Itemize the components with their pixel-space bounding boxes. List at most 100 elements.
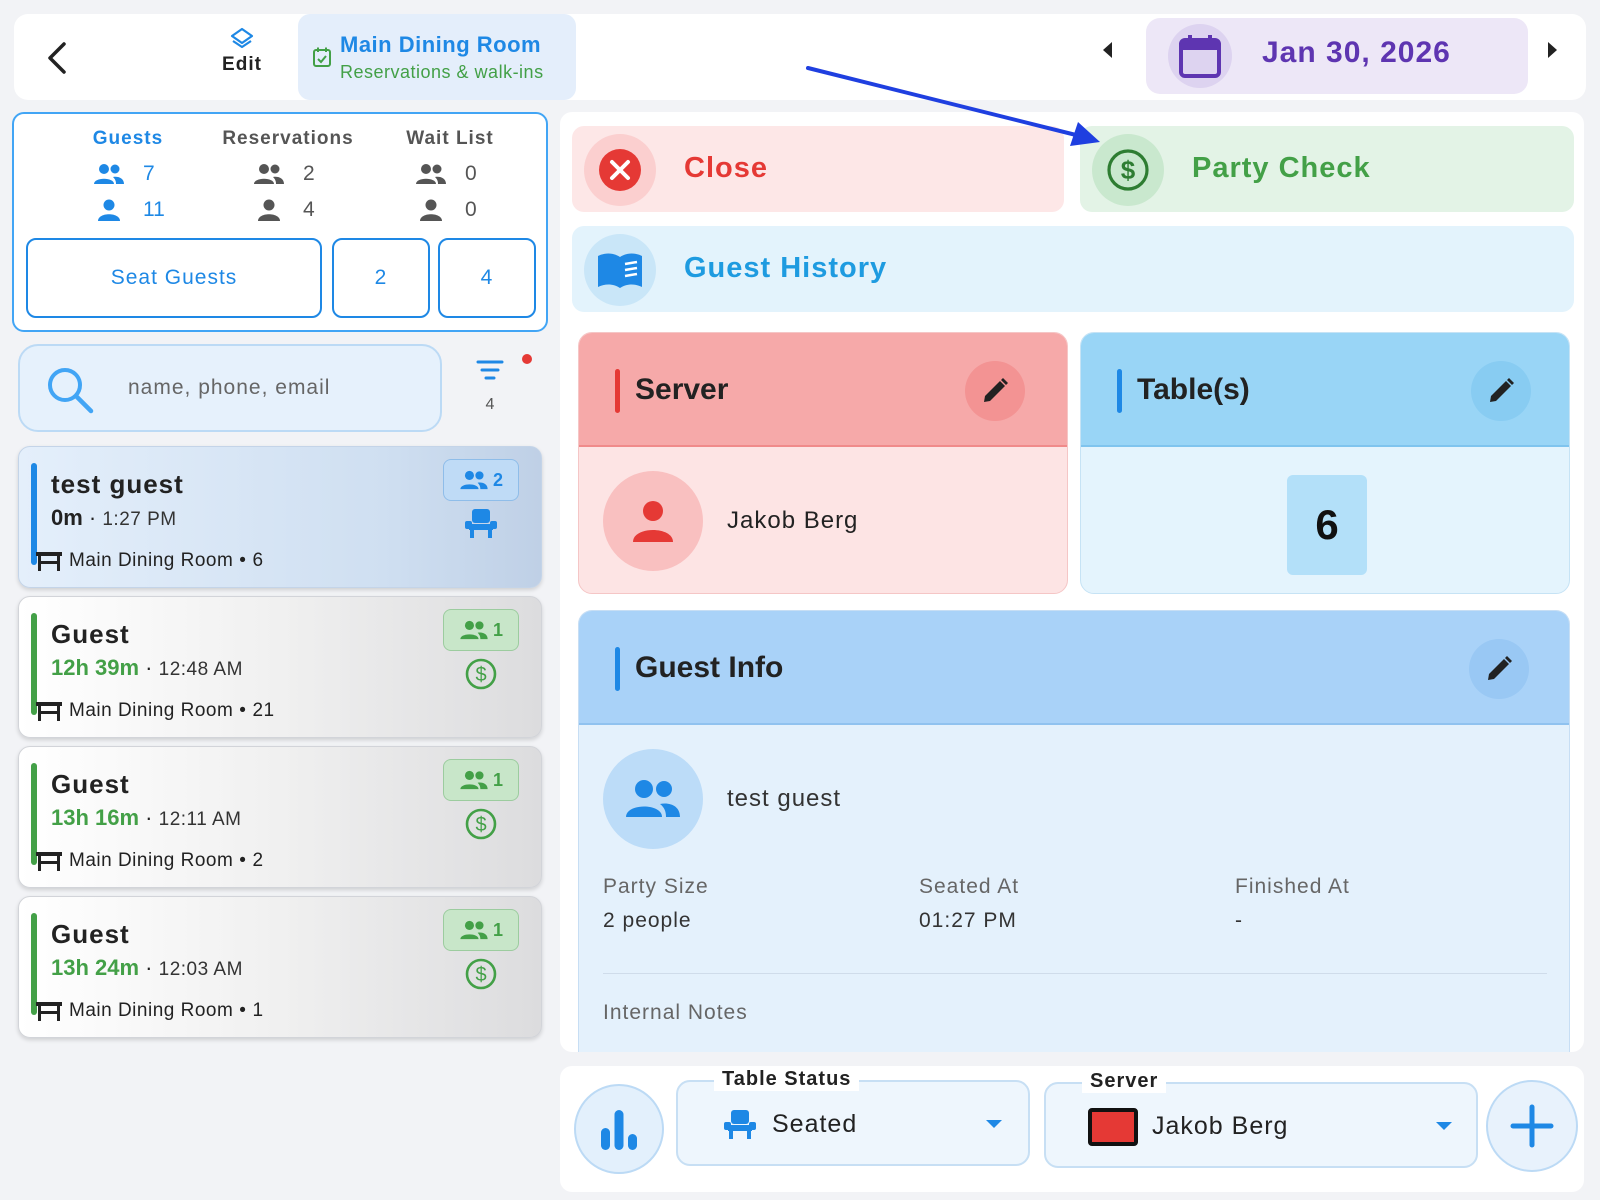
close-label: Close	[684, 152, 768, 184]
guest-history-button[interactable]: Guest History	[572, 226, 1574, 312]
guest-table: 2	[252, 850, 264, 871]
table-number[interactable]: 6	[1287, 475, 1367, 575]
svg-text:$: $	[475, 664, 486, 686]
guest-history-label: Guest History	[684, 252, 888, 284]
dollar-icon: $	[465, 658, 497, 690]
stat-waitlist[interactable]: Wait List 0 0	[370, 128, 530, 228]
selected-date: Jan 30, 2026	[1262, 36, 1451, 69]
guest-name: Guest	[51, 769, 130, 799]
seat-guests-button[interactable]: Seat Guests	[26, 238, 322, 318]
group-icon	[416, 164, 446, 184]
filter-button[interactable]: 4	[462, 354, 532, 418]
guest-info-name: test guest	[727, 785, 842, 812]
seated-at-value: 01:27 PM	[919, 909, 1017, 932]
person-icon	[258, 199, 280, 221]
close-icon	[599, 149, 641, 191]
caret-right-icon	[1548, 42, 1557, 58]
guest-room: Main Dining Room	[69, 850, 234, 871]
edit-server-button[interactable]	[965, 361, 1025, 421]
party-check-button[interactable]: $ Party Check	[1080, 126, 1574, 212]
room-title: Main Dining Room	[340, 32, 542, 57]
guest-table: 6	[252, 550, 264, 571]
next-day-button[interactable]	[1546, 40, 1560, 60]
server-card: Server Jakob Berg	[578, 332, 1068, 594]
pencil-icon	[1488, 656, 1512, 680]
party-size-badge: 1	[443, 759, 519, 801]
book-icon-wrap	[584, 234, 656, 306]
stat-guests-label: Guests	[92, 128, 164, 149]
group-icon	[94, 164, 124, 184]
stat-reservations[interactable]: Reservations 2 4	[208, 128, 368, 228]
add-button[interactable]	[1486, 1080, 1578, 1172]
table-icon	[36, 1002, 62, 1021]
guest-room: Main Dining Room	[69, 550, 234, 571]
search-input[interactable]	[128, 366, 428, 410]
guest-list-item[interactable]: test guest 0m · 1:27 PM Main Dining Room…	[18, 446, 542, 588]
stat-reservations-groups: 2	[303, 162, 315, 185]
table-icon	[36, 702, 62, 721]
person-icon	[420, 199, 442, 221]
back-button[interactable]	[30, 30, 86, 86]
guest-list-item[interactable]: Guest 13h 16m · 12:11 AM Main Dining Roo…	[18, 746, 542, 888]
svg-text:$: $	[475, 814, 486, 836]
guest-info-header: Guest Info	[579, 611, 1569, 725]
reservation-count-button[interactable]: 2	[332, 238, 430, 318]
server-dropdown[interactable]: Server Jakob Berg	[1044, 1070, 1478, 1168]
guest-location: Main Dining Room • 6	[35, 549, 264, 573]
calendar-icon	[1179, 35, 1221, 78]
guest-duration: 13h 24m	[51, 955, 140, 980]
calendar-icon-wrap	[1168, 24, 1232, 88]
guest-duration: 0m	[51, 505, 83, 530]
svg-text:$: $	[475, 964, 486, 986]
dollar-icon: $	[465, 808, 497, 840]
group-icon	[626, 780, 680, 817]
stat-waitlist-groups: 0	[465, 162, 477, 185]
table-accent	[1117, 369, 1122, 413]
seat-icon	[465, 509, 497, 538]
search-box	[18, 344, 442, 432]
guest-table: 1	[252, 1000, 264, 1021]
guest-time: 0m · 1:27 PM	[51, 505, 177, 530]
analytics-button[interactable]	[574, 1084, 664, 1174]
table-card-header: Table(s)	[1081, 333, 1569, 447]
guest-name: Guest	[51, 619, 130, 649]
person-icon	[98, 199, 120, 221]
close-button[interactable]: Close	[572, 126, 1064, 212]
people-count-button[interactable]: 4	[438, 238, 536, 318]
person-icon	[633, 501, 673, 542]
stat-guests[interactable]: Guests 7 11	[48, 128, 208, 228]
room-selector[interactable]: Main Dining Room Reservations & walk-ins	[298, 14, 576, 100]
party-size-badge: 1	[443, 609, 519, 651]
guest-clock: 12:48 AM	[158, 659, 243, 680]
dollar-icon-wrap: $	[1092, 134, 1164, 206]
party-size-badge: 1	[443, 909, 519, 951]
edit-table-button[interactable]	[1471, 361, 1531, 421]
filter-active-dot	[522, 354, 532, 364]
group-icon	[460, 770, 488, 790]
guest-room: Main Dining Room	[69, 700, 234, 721]
guest-list-item[interactable]: Guest 12h 39m · 12:48 AM Main Dining Roo…	[18, 596, 542, 738]
date-picker[interactable]: Jan 30, 2026	[1146, 18, 1528, 94]
stat-waitlist-people: 0	[465, 198, 477, 221]
stat-reservations-label: Reservations	[222, 128, 354, 149]
chevron-left-icon	[48, 42, 66, 74]
table-icon	[36, 852, 62, 871]
party-detail-panel: Close $ Party Check Guest History Server…	[560, 112, 1584, 1052]
table-card-title: Table(s)	[1137, 373, 1250, 406]
edit-label: Edit	[222, 54, 262, 75]
server-dropdown-value: Jakob Berg	[1152, 1112, 1289, 1140]
party-size: 1	[492, 919, 503, 940]
edit-button[interactable]: Edit	[200, 26, 284, 86]
table-status-dropdown[interactable]: Table Status Seated	[676, 1068, 1030, 1166]
group-icon	[460, 470, 488, 490]
edit-guest-info-button[interactable]	[1469, 639, 1529, 699]
previous-day-button[interactable]	[1100, 40, 1114, 60]
party-size: 1	[492, 619, 503, 640]
guest-clock: 1:27 PM	[102, 509, 177, 530]
party-size: 1	[492, 769, 503, 790]
server-name: Jakob Berg	[727, 507, 859, 534]
guest-info-card: Guest Info test guest Party Size 2 peopl…	[578, 610, 1570, 1052]
party-size-value: 2 people	[603, 909, 692, 932]
internal-notes-label: Internal Notes	[603, 1001, 748, 1024]
guest-list-item[interactable]: Guest 13h 24m · 12:03 AM Main Dining Roo…	[18, 896, 542, 1038]
